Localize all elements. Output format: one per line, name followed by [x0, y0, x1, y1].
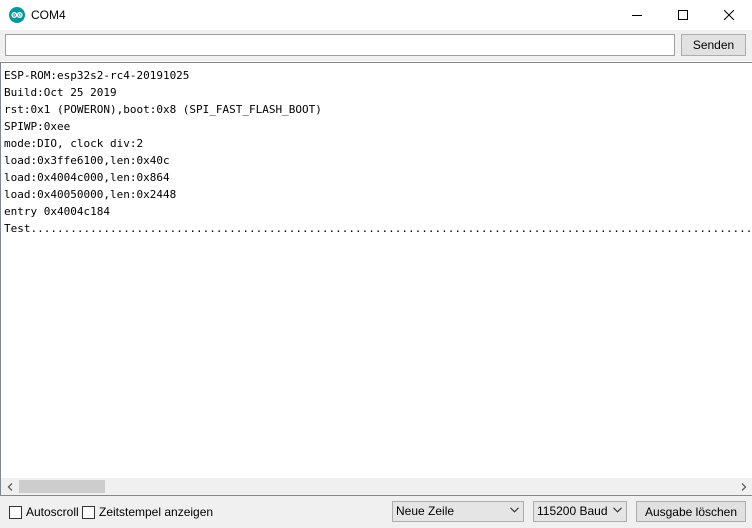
scroll-left-button[interactable]	[1, 478, 18, 495]
clear-output-button[interactable]: Ausgabe löschen	[636, 501, 746, 522]
close-icon	[724, 10, 734, 20]
output-line: load:0x40050000,len:0x2448	[4, 188, 177, 201]
output-line: Test....................................…	[4, 222, 752, 235]
autoscroll-checkbox-box[interactable]	[9, 505, 22, 519]
output-line: load:0x3ffe6100,len:0x40c	[4, 154, 170, 167]
timestamp-checkbox-box[interactable]	[82, 505, 95, 519]
horizontal-scrollbar[interactable]	[1, 478, 752, 495]
maximize-icon	[678, 10, 688, 20]
autoscroll-label: Autoscroll	[26, 505, 79, 519]
line-ending-select[interactable]: Neue Zeile	[392, 501, 524, 522]
autoscroll-checkbox[interactable]: Autoscroll	[9, 505, 79, 519]
arduino-icon	[9, 7, 25, 23]
timestamp-checkbox[interactable]: Zeitstempel anzeigen	[82, 505, 213, 519]
serial-output-panel[interactable]: ESP-ROM:esp32s2-rc4-20191025 Build:Oct 2…	[0, 62, 752, 496]
close-button[interactable]	[706, 0, 752, 30]
output-line: entry 0x4004c184	[4, 205, 110, 218]
send-bar: Senden	[0, 30, 752, 61]
chevron-down-icon	[613, 507, 622, 513]
line-ending-value: Neue Zeile	[396, 504, 455, 518]
output-line: rst:0x1 (POWERON),boot:0x8 (SPI_FAST_FLA…	[4, 103, 322, 116]
scroll-right-button[interactable]	[735, 478, 752, 495]
chevron-left-icon	[7, 482, 12, 491]
status-bar: Autoscroll Zeitstempel anzeigen Neue Zei…	[0, 496, 752, 528]
minimize-button[interactable]	[614, 0, 660, 30]
output-line: Build:Oct 25 2019	[4, 86, 117, 99]
scrollbar-thumb[interactable]	[19, 480, 105, 493]
serial-output-text: ESP-ROM:esp32s2-rc4-20191025 Build:Oct 2…	[4, 67, 752, 479]
minimize-icon	[632, 15, 642, 16]
output-line: mode:DIO, clock div:2	[4, 137, 144, 150]
baud-rate-select[interactable]: 115200 Baud	[533, 501, 627, 522]
chevron-down-icon	[510, 507, 519, 513]
send-input[interactable]	[5, 34, 675, 56]
title-bar: COM4	[0, 0, 752, 30]
timestamp-label: Zeitstempel anzeigen	[99, 505, 214, 519]
chevron-right-icon	[741, 482, 746, 491]
output-line: SPIWP:0xee	[4, 120, 71, 133]
baud-rate-value: 115200 Baud	[537, 504, 608, 518]
output-line: ESP-ROM:esp32s2-rc4-20191025	[4, 69, 190, 82]
send-button[interactable]: Senden	[681, 34, 746, 56]
maximize-button[interactable]	[660, 0, 706, 30]
output-line: load:0x4004c000,len:0x864	[4, 171, 170, 184]
window-title: COM4	[31, 8, 66, 22]
